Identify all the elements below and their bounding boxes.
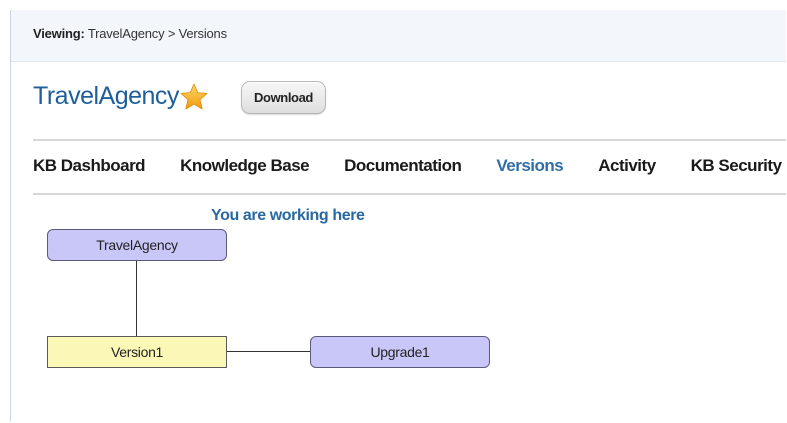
- tab-documentation[interactable]: Documentation: [344, 156, 462, 180]
- connector-kb-version: [136, 261, 137, 336]
- breadcrumb-bar: Viewing: TravelAgency > Versions: [11, 10, 786, 62]
- node-travelagency[interactable]: TravelAgency: [47, 229, 227, 261]
- node-version1[interactable]: Version1: [47, 336, 227, 368]
- tab-kb-security[interactable]: KB Security: [691, 156, 782, 180]
- tab-kb-dashboard[interactable]: KB Dashboard: [33, 156, 146, 180]
- breadcrumb: Viewing: TravelAgency > Versions: [33, 26, 227, 41]
- node-upgrade1[interactable]: Upgrade1: [310, 336, 490, 368]
- breadcrumb-path[interactable]: TravelAgency > Versions: [88, 26, 227, 41]
- tab-activity[interactable]: Activity: [598, 156, 656, 180]
- nav-divider-bottom: [33, 193, 786, 195]
- working-here-label: You are working here: [211, 207, 365, 224]
- breadcrumb-label: Viewing:: [33, 26, 85, 41]
- tab-knowledge-base[interactable]: Knowledge Base: [180, 156, 310, 180]
- kb-nav: KB Dashboard Knowledge Base Documentatio…: [33, 156, 782, 180]
- download-button[interactable]: Download: [241, 81, 326, 114]
- tab-versions[interactable]: Versions: [496, 156, 563, 180]
- page-title: TravelAgency: [33, 82, 179, 110]
- page-frame: Viewing: TravelAgency > Versions TravelA…: [10, 10, 786, 421]
- nav-divider-top: [33, 139, 786, 141]
- star-icon[interactable]: [179, 82, 209, 112]
- connector-version-upgrade: [227, 351, 310, 352]
